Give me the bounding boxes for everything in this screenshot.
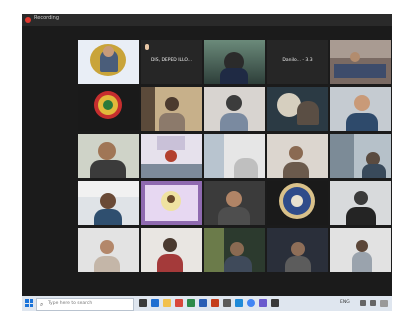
powerpoint-icon[interactable] [211, 299, 219, 307]
participant-tile[interactable] [267, 181, 328, 225]
recording-indicator-icon [25, 17, 31, 23]
edge-icon[interactable] [151, 299, 159, 307]
volume-icon[interactable] [370, 300, 376, 306]
app-icon[interactable] [223, 299, 231, 307]
network-icon[interactable] [360, 300, 366, 306]
participant-tile[interactable] [330, 181, 391, 225]
participant-tile[interactable] [141, 228, 202, 272]
word-icon[interactable] [199, 299, 207, 307]
recording-label: Recording [34, 15, 60, 21]
excel-icon[interactable] [187, 299, 195, 307]
participant-tile[interactable] [267, 87, 328, 131]
app-icon[interactable] [259, 299, 267, 307]
participant-tile[interactable] [78, 134, 139, 178]
settings-icon[interactable] [271, 299, 279, 307]
task-view-icon[interactable] [139, 299, 147, 307]
participant-tile[interactable] [78, 228, 139, 272]
participant-tile[interactable] [204, 134, 265, 178]
windows-start-icon[interactable] [25, 299, 33, 307]
participant-tile-text[interactable]: DIS, DEPED ILLO... [141, 40, 202, 84]
participant-tile[interactable] [204, 181, 265, 225]
participant-tile[interactable] [141, 87, 202, 131]
participant-tile[interactable] [204, 228, 265, 272]
tray-language[interactable]: ENG [340, 300, 350, 305]
search-placeholder: Type here to search [48, 301, 93, 306]
participant-tile[interactable] [330, 228, 391, 272]
raised-hand-icon [145, 44, 149, 50]
participant-tile[interactable] [78, 87, 139, 131]
windows-taskbar: ⌕ Type here to search ENG [22, 296, 392, 311]
chrome-icon[interactable] [247, 299, 255, 307]
taskbar-search-box[interactable]: ⌕ Type here to search [36, 298, 134, 311]
window-topbar: Recording [22, 14, 392, 26]
app-icon[interactable] [175, 299, 183, 307]
participant-tile-text[interactable]: Danilo... - 3.3 [267, 40, 328, 84]
zoom-icon[interactable] [235, 299, 243, 307]
search-icon: ⌕ [40, 301, 44, 308]
participant-tile[interactable] [330, 40, 391, 84]
participant-tile[interactable] [78, 40, 139, 84]
participant-tile[interactable] [141, 181, 202, 225]
meeting-window: Recording DIS, DEPED ILLO... Danilo... -… [22, 14, 392, 296]
participant-tile[interactable] [267, 228, 328, 272]
participant-tile[interactable] [267, 134, 328, 178]
participant-tile[interactable] [141, 134, 202, 178]
participant-tile[interactable] [204, 87, 265, 131]
file-explorer-icon[interactable] [163, 299, 171, 307]
participant-tile[interactable] [330, 134, 391, 178]
notifications-icon[interactable] [380, 300, 388, 307]
participant-name-center: DIS, DEPED ILLO... [150, 58, 193, 63]
participant-name-center: Danilo... - 3.3 [282, 58, 313, 63]
participant-tile-active-speaker[interactable] [204, 40, 265, 84]
participant-tile[interactable] [78, 181, 139, 225]
participant-tile[interactable] [330, 87, 391, 131]
